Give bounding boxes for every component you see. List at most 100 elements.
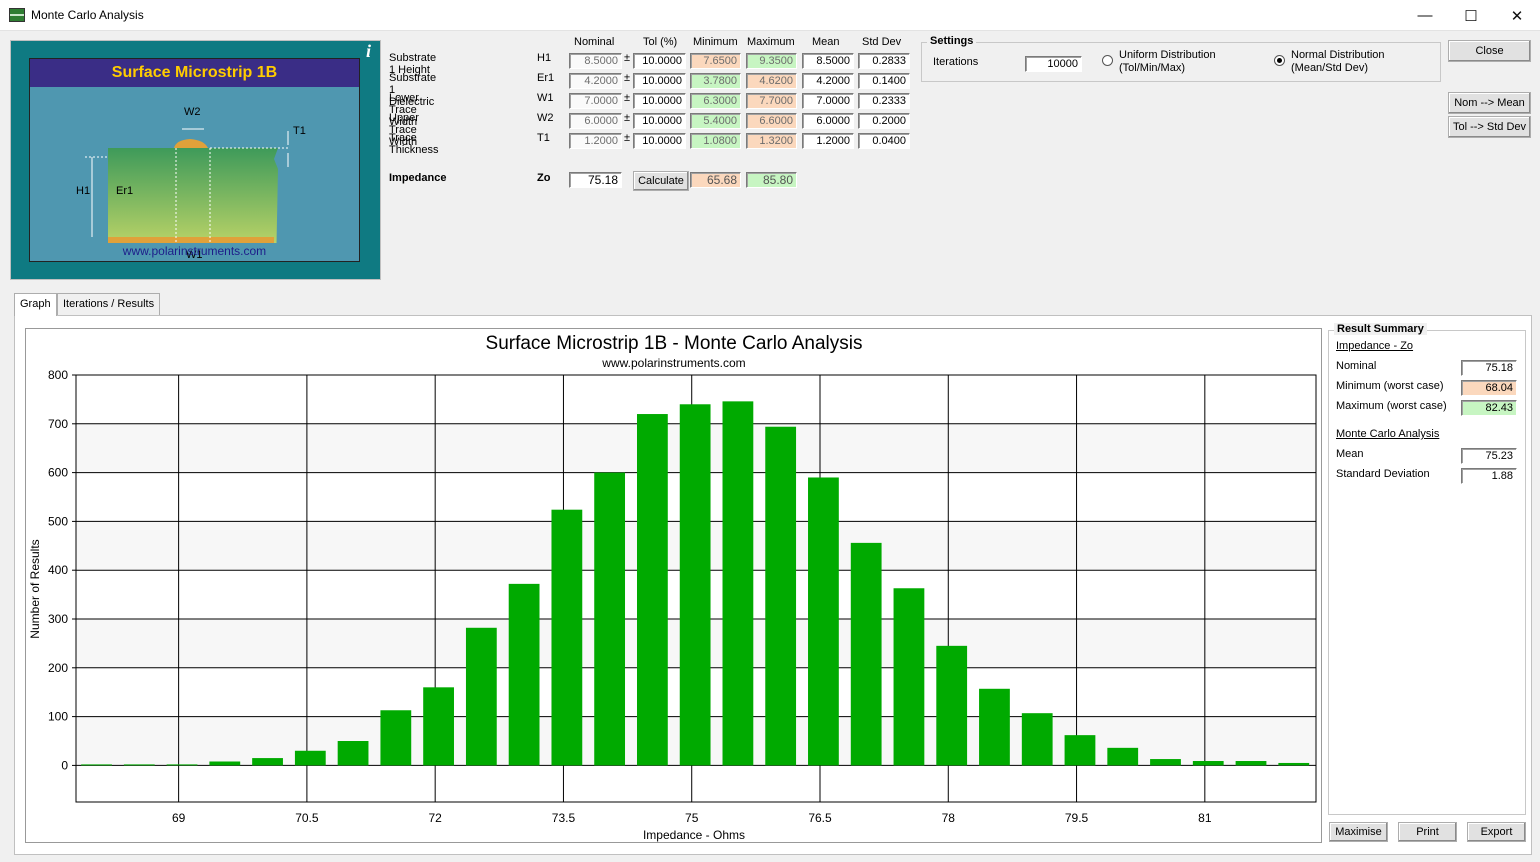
summary-min-field[interactable]: 68.04 [1461, 380, 1517, 396]
trace-shape [174, 139, 208, 148]
x-tick-label: 76.5 [808, 811, 832, 825]
nominal-field[interactable]: 4.2000 [569, 73, 622, 89]
std-dev-field[interactable]: 0.1400 [858, 73, 910, 89]
header-tol: Tol (%) [643, 36, 678, 48]
minimum-field[interactable]: 1.0800 [690, 133, 741, 149]
tab-iterations-results[interactable]: Iterations / Results [57, 293, 161, 315]
normal-radio[interactable] [1274, 55, 1285, 66]
maximise-button[interactable]: Maximise [1329, 822, 1388, 842]
tol-to-std-button[interactable]: Tol --> Std Dev [1448, 116, 1531, 138]
iterations-input[interactable]: 10000 [1025, 56, 1082, 72]
std-dev-field[interactable]: 0.2000 [858, 113, 910, 129]
mean-field[interactable]: 7.0000 [802, 93, 854, 109]
structure-picture-panel: i Surface Microstrip 1B W2 T1 H1 Er1 W1 … [10, 40, 381, 280]
summary-max-field[interactable]: 82.43 [1461, 400, 1517, 416]
minimize-button[interactable]: — [1402, 0, 1448, 31]
histogram-bar [81, 764, 112, 766]
histogram-chart: 0 100 200 300 400 500 600 700 800 69 70.5 72 73.5 75 7… [28, 333, 1317, 842]
std-dev-field[interactable]: 0.2333 [858, 93, 910, 109]
plus-minus-sign: ± [624, 52, 631, 64]
normal-label-line1: Normal Distribution [1291, 49, 1385, 61]
y-tick-label: 0 [61, 758, 68, 772]
histogram-bar [979, 688, 1010, 766]
histogram-bar [808, 477, 839, 766]
param-label: Trace Thickness [389, 132, 439, 156]
histogram-bar [679, 404, 711, 766]
x-tick-label: 78 [942, 811, 956, 825]
summary-nominal-field[interactable]: 75.18 [1461, 360, 1517, 376]
summary-std-field[interactable]: 1.88 [1461, 468, 1517, 484]
mean-field[interactable]: 4.2000 [802, 73, 854, 89]
histogram-bar [166, 764, 198, 766]
uniform-radio[interactable] [1102, 55, 1113, 66]
std-dev-field[interactable]: 0.0400 [858, 133, 910, 149]
iterations-label: Iterations [933, 56, 979, 68]
histogram-bar [1235, 761, 1267, 766]
er1-label: Er1 [116, 185, 134, 197]
uniform-label-line2: (Tol/Min/Max) [1119, 62, 1186, 74]
nom-to-mean-button[interactable]: Nom --> Mean [1448, 92, 1531, 114]
title-bar: Monte Carlo Analysis — ☐ ✕ [0, 0, 1540, 31]
maximum-field[interactable]: 6.6000 [746, 113, 797, 129]
graph-area: 0 100 200 300 400 500 600 700 800 69 70.5 72 73.5 75 7… [25, 328, 1322, 843]
maximum-field[interactable]: 4.6200 [746, 73, 797, 89]
uniform-label[interactable]: Uniform Distribution (Tol/Min/Max) [1119, 49, 1216, 75]
x-tick-label: 75 [685, 811, 699, 825]
impedance-min-field[interactable]: 65.68 [690, 172, 741, 188]
close-button[interactable]: Close [1448, 40, 1531, 62]
result-summary-title: Result Summary [1334, 323, 1427, 335]
x-tick-label: 69 [172, 811, 186, 825]
chart-title: Surface Microstrip 1B - Monte Carlo Anal… [486, 333, 863, 354]
summary-mean-field[interactable]: 75.23 [1461, 448, 1517, 464]
x-tick-label: 73.5 [552, 811, 576, 825]
y-tick-label: 400 [48, 563, 68, 577]
monte-carlo-heading: Monte Carlo Analysis [1336, 428, 1440, 440]
histogram-bar [551, 509, 583, 766]
nominal-field[interactable]: 7.0000 [569, 93, 622, 109]
minimum-field[interactable]: 7.6500 [690, 53, 741, 69]
maximum-field[interactable]: 7.7000 [746, 93, 797, 109]
tolerance-field[interactable]: 10.0000 [633, 133, 686, 149]
close-window-button[interactable]: ✕ [1494, 0, 1540, 31]
impedance-nominal-field[interactable]: 75.18 [569, 172, 622, 188]
substrate-shape [108, 148, 278, 243]
mean-field[interactable]: 6.0000 [802, 113, 854, 129]
header-nominal: Nominal [574, 36, 615, 48]
tolerance-field[interactable]: 10.0000 [633, 73, 686, 89]
window-title: Monte Carlo Analysis [31, 8, 144, 22]
mean-field[interactable]: 1.2000 [802, 133, 854, 149]
export-button[interactable]: Export [1467, 822, 1526, 842]
minimum-field[interactable]: 6.3000 [690, 93, 741, 109]
app-icon [9, 8, 25, 22]
tolerance-field[interactable]: 10.0000 [633, 93, 686, 109]
maximize-button[interactable]: ☐ [1448, 0, 1494, 31]
nominal-field[interactable]: 1.2000 [569, 133, 622, 149]
mean-field[interactable]: 8.5000 [802, 53, 854, 69]
impedance-max-field[interactable]: 85.80 [746, 172, 797, 188]
tab-graph[interactable]: Graph [14, 293, 57, 316]
tolerance-field[interactable]: 10.0000 [633, 53, 686, 69]
minimum-field[interactable]: 3.7800 [690, 73, 741, 89]
y-axis-label: Number of Results [28, 539, 42, 638]
histogram-bar [850, 542, 882, 766]
nominal-field[interactable]: 8.5000 [569, 53, 622, 69]
y-tick-label: 200 [48, 661, 68, 675]
impedance-symbol: Zo [537, 172, 551, 184]
maximum-field[interactable]: 9.3500 [746, 53, 797, 69]
info-icon[interactable]: i [366, 41, 371, 62]
histogram-bar [1192, 761, 1224, 766]
plus-minus-sign: ± [624, 112, 631, 124]
minimum-field[interactable]: 5.4000 [690, 113, 741, 129]
maximum-field[interactable]: 1.3200 [746, 133, 797, 149]
normal-label[interactable]: Normal Distribution (Mean/Std Dev) [1291, 49, 1385, 75]
x-tick-label: 81 [1198, 811, 1212, 825]
tolerance-field[interactable]: 10.0000 [633, 113, 686, 129]
histogram-bar [380, 710, 412, 766]
nominal-field[interactable]: 6.0000 [569, 113, 622, 129]
print-button[interactable]: Print [1398, 822, 1457, 842]
ground-plane [108, 237, 274, 243]
param-symbol: T1 [537, 132, 550, 144]
calculate-button[interactable]: Calculate [633, 171, 689, 191]
structure-diagram: Surface Microstrip 1B W2 T1 H1 Er1 W1 ww… [29, 58, 360, 262]
std-dev-field[interactable]: 0.2833 [858, 53, 910, 69]
